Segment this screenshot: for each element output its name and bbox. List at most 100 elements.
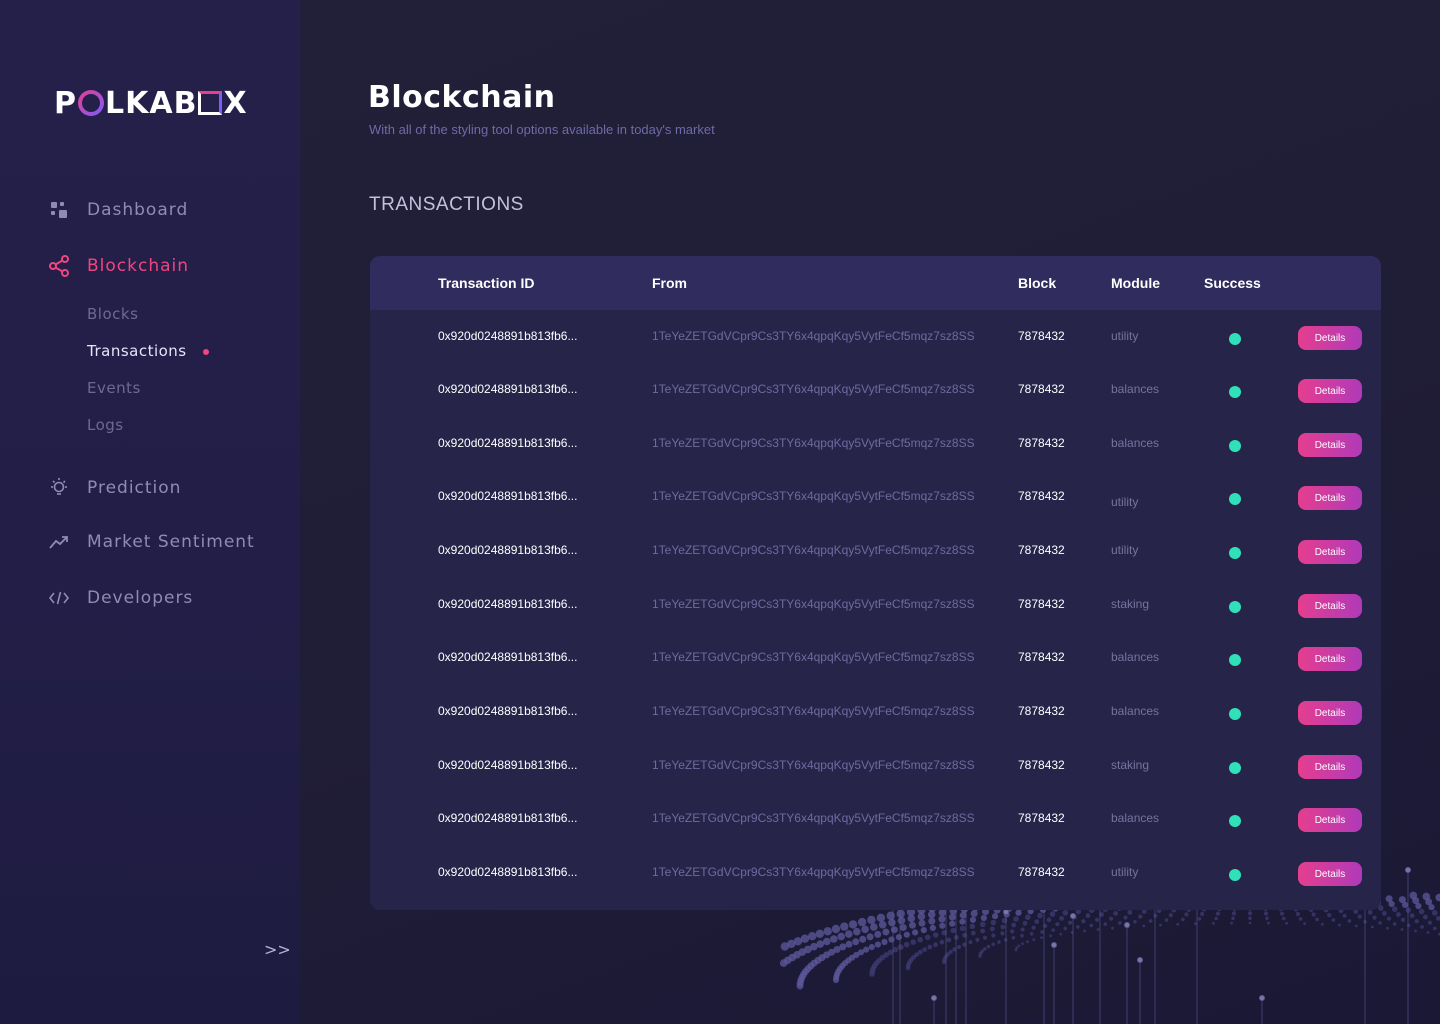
module-cell: utility [1111, 543, 1139, 557]
sidebar-item-label: Dashboard [87, 200, 189, 220]
logo-ring-icon [78, 90, 104, 116]
block-cell[interactable]: 7878432 [1018, 811, 1065, 825]
section-title: TRANSACTIONS [369, 194, 524, 215]
details-button[interactable]: Details [1298, 379, 1362, 403]
success-status-icon [1229, 762, 1241, 774]
from-address-cell[interactable]: 1TeYeZETGdVCpr9Cs3TY6x4qpqKqy5VytFeCf5mq… [652, 704, 975, 718]
table-row: 0x920d0248891b813fb6... 1TeYeZETGdVCpr9Cs… [370, 424, 1381, 464]
logo-letter: P [54, 85, 77, 121]
from-address-cell[interactable]: 1TeYeZETGdVCpr9Cs3TY6x4qpqKqy5VytFeCf5mq… [652, 382, 975, 396]
logo-letter: X [223, 85, 248, 121]
from-address-cell[interactable]: 1TeYeZETGdVCpr9Cs3TY6x4qpqKqy5VytFeCf5mq… [652, 758, 975, 772]
transaction-id-cell[interactable]: 0x920d0248891b813fb6... [438, 329, 577, 343]
sidebar: P LKAB X Dashboard Blockchain Blocks Tra… [0, 0, 300, 1024]
from-address-cell[interactable]: 1TeYeZETGdVCpr9Cs3TY6x4qpqKqy5VytFeCf5mq… [652, 650, 975, 664]
sidebar-subitem-blocks[interactable]: Blocks [87, 305, 138, 323]
from-address-cell[interactable]: 1TeYeZETGdVCpr9Cs3TY6x4qpqKqy5VytFeCf5mq… [652, 865, 975, 879]
sidebar-item-prediction[interactable]: Prediction [48, 477, 181, 499]
sidebar-item-dashboard[interactable]: Dashboard [48, 199, 188, 221]
logo-box-icon [198, 91, 223, 115]
module-cell: balances [1111, 436, 1160, 450]
from-address-cell[interactable]: 1TeYeZETGdVCpr9Cs3TY6x4qpqKqy5VytFeCf5mq… [652, 811, 975, 825]
block-cell[interactable]: 7878432 [1018, 329, 1065, 343]
transaction-id-cell[interactable]: 0x920d0248891b813fb6... [438, 650, 577, 664]
from-address-cell[interactable]: 1TeYeZETGdVCpr9Cs3TY6x4qpqKqy5VytFeCf5mq… [652, 436, 975, 450]
transactions-table: Transaction ID From Block Module Success… [370, 256, 1381, 910]
sidebar-subitem-transactions[interactable]: Transactions [87, 342, 209, 360]
transaction-id-cell[interactable]: 0x920d0248891b813fb6... [438, 811, 577, 825]
column-header-from: From [652, 275, 687, 291]
details-button[interactable]: Details [1298, 808, 1362, 832]
block-cell[interactable]: 7878432 [1018, 865, 1065, 879]
from-address-cell[interactable]: 1TeYeZETGdVCpr9Cs3TY6x4qpqKqy5VytFeCf5mq… [652, 329, 975, 343]
logo-letters: LKAB [105, 85, 198, 121]
trend-up-icon [48, 531, 70, 553]
details-button[interactable]: Details [1298, 755, 1362, 779]
module-cell: utility [1111, 329, 1139, 343]
module-cell: staking [1111, 758, 1150, 772]
sidebar-subitem-label: Blocks [87, 305, 139, 323]
transaction-id-cell[interactable]: 0x920d0248891b813fb6... [438, 758, 577, 772]
details-button[interactable]: Details [1298, 647, 1362, 671]
transaction-id-cell[interactable]: 0x920d0248891b813fb6... [438, 704, 577, 718]
block-cell[interactable]: 7878432 [1018, 489, 1065, 503]
block-cell[interactable]: 7878432 [1018, 597, 1065, 611]
sidebar-item-label: Prediction [87, 478, 182, 498]
success-status-icon [1229, 440, 1241, 452]
details-button[interactable]: Details [1298, 701, 1362, 725]
share-nodes-icon [48, 255, 70, 277]
block-cell[interactable]: 7878432 [1018, 758, 1065, 772]
module-cell: balances [1111, 382, 1160, 396]
block-cell[interactable]: 7878432 [1018, 543, 1065, 557]
sidebar-item-developers[interactable]: Developers [48, 587, 193, 609]
table-header: Transaction ID From Block Module Success [370, 256, 1381, 310]
column-header-transaction-id: Transaction ID [438, 275, 535, 291]
details-button[interactable]: Details [1298, 433, 1362, 457]
module-cell: balances [1111, 811, 1160, 825]
collapse-sidebar-icon[interactable]: >> [264, 940, 291, 959]
sidebar-item-market-sentiment[interactable]: Market Sentiment [48, 531, 255, 553]
transaction-id-cell[interactable]: 0x920d0248891b813fb6... [438, 865, 577, 879]
transaction-id-cell[interactable]: 0x920d0248891b813fb6... [438, 489, 577, 503]
success-status-icon [1229, 601, 1241, 613]
details-button[interactable]: Details [1298, 540, 1362, 564]
code-icon [48, 587, 70, 609]
sidebar-item-label: Blockchain [87, 256, 190, 276]
sidebar-subitem-label: Events [87, 379, 141, 397]
from-address-cell[interactable]: 1TeYeZETGdVCpr9Cs3TY6x4qpqKqy5VytFeCf5mq… [652, 543, 975, 557]
details-button[interactable]: Details [1298, 326, 1362, 350]
sidebar-item-label: Developers [87, 588, 194, 608]
details-button[interactable]: Details [1298, 594, 1362, 618]
transaction-id-cell[interactable]: 0x920d0248891b813fb6... [438, 597, 577, 611]
polkabox-logo[interactable]: P LKAB X [54, 85, 248, 121]
details-button[interactable]: Details [1298, 486, 1362, 510]
from-address-cell[interactable]: 1TeYeZETGdVCpr9Cs3TY6x4qpqKqy5VytFeCf5mq… [652, 597, 975, 611]
block-cell[interactable]: 7878432 [1018, 436, 1065, 450]
module-cell: balances [1111, 650, 1160, 664]
table-row: 0x920d0248891b813fb6... 1TeYeZETGdVCpr9Cs… [370, 477, 1381, 517]
sidebar-subitem-logs[interactable]: Logs [87, 416, 124, 434]
sidebar-subitem-events[interactable]: Events [87, 379, 141, 397]
table-row: 0x920d0248891b813fb6... 1TeYeZETGdVCpr9Cs… [370, 531, 1381, 571]
table-row: 0x920d0248891b813fb6... 1TeYeZETGdVCpr9Cs… [370, 799, 1381, 839]
table-row: 0x920d0248891b813fb6... 1TeYeZETGdVCpr9Cs… [370, 692, 1381, 732]
transaction-id-cell[interactable]: 0x920d0248891b813fb6... [438, 543, 577, 557]
module-cell: balances [1111, 704, 1160, 718]
success-status-icon [1229, 547, 1241, 559]
lightbulb-icon [48, 477, 70, 499]
grid-icon [48, 199, 70, 221]
details-button[interactable]: Details [1298, 862, 1362, 886]
block-cell[interactable]: 7878432 [1018, 704, 1065, 718]
table-row: 0x920d0248891b813fb6... 1TeYeZETGdVCpr9Cs… [370, 370, 1381, 410]
transaction-id-cell[interactable]: 0x920d0248891b813fb6... [438, 436, 577, 450]
block-cell[interactable]: 7878432 [1018, 650, 1065, 664]
success-status-icon [1229, 386, 1241, 398]
from-address-cell[interactable]: 1TeYeZETGdVCpr9Cs3TY6x4qpqKqy5VytFeCf5mq… [652, 489, 975, 503]
table-row: 0x920d0248891b813fb6... 1TeYeZETGdVCpr9Cs… [370, 746, 1381, 786]
sidebar-subitem-label: Transactions [87, 342, 187, 360]
success-status-icon [1229, 815, 1241, 827]
sidebar-item-blockchain[interactable]: Blockchain [48, 255, 189, 277]
transaction-id-cell[interactable]: 0x920d0248891b813fb6... [438, 382, 577, 396]
success-status-icon [1229, 869, 1241, 881]
block-cell[interactable]: 7878432 [1018, 382, 1065, 396]
